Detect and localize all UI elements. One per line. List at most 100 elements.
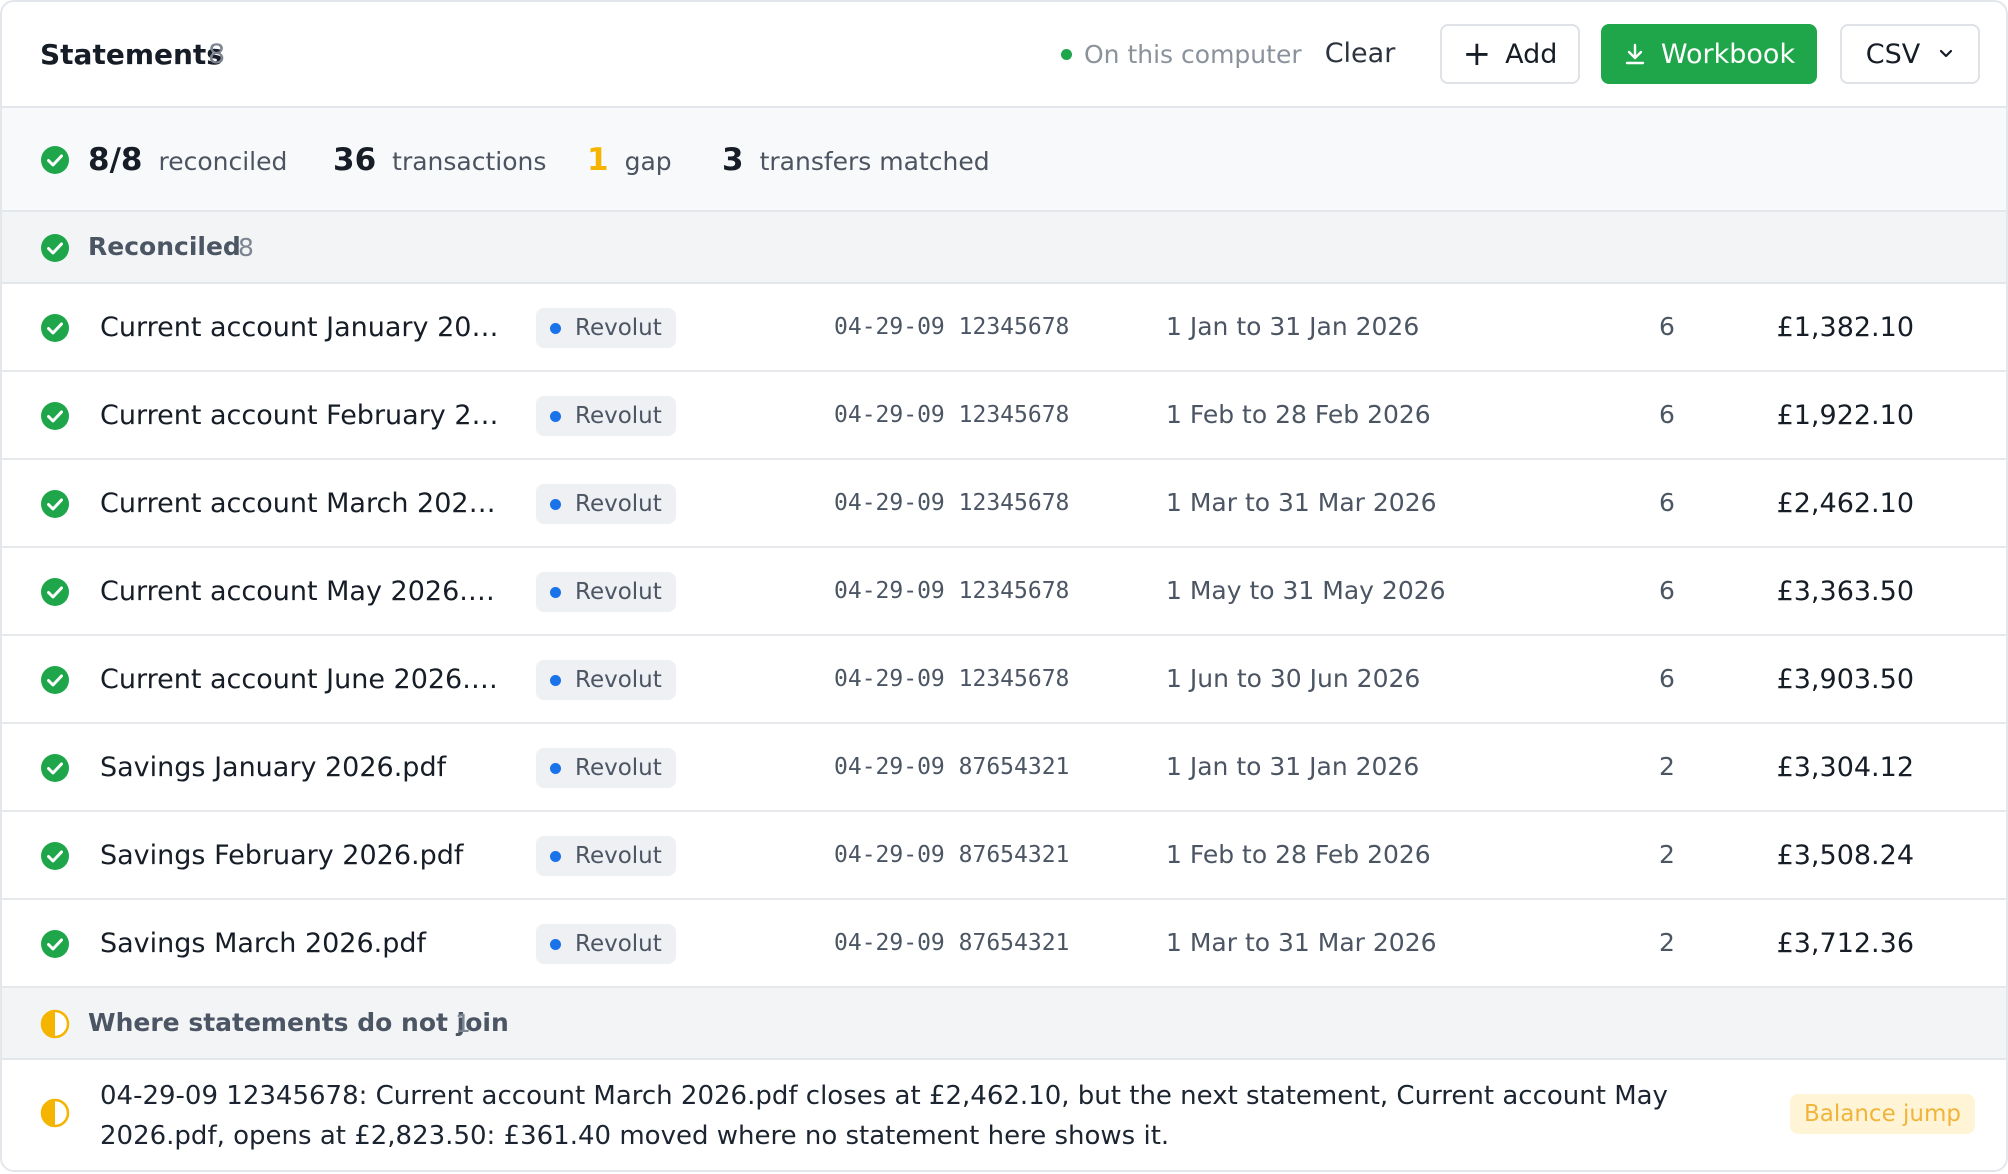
transaction-count: 6	[1659, 664, 1675, 693]
summary-strip: 8/8 reconciled 36 transactions 1 gap 3 t…	[2, 108, 2006, 212]
workbook-download-button[interactable]: Workbook	[1601, 24, 1817, 84]
gap-row[interactable]: 04-29-09 12345678: Current account March…	[2, 1060, 2006, 1170]
bank-name: Revolut	[575, 667, 662, 693]
account-number: 04-29-09 12345678	[834, 666, 1070, 692]
bank-dot-icon	[550, 410, 561, 422]
statement-row[interactable]: Savings March 2026.pdf Revolut 04-29-09 …	[2, 900, 2006, 988]
gaps-section-header[interactable]: Where statements do not join 1	[2, 988, 2006, 1060]
reconciled-value: 8/8	[88, 142, 143, 178]
account-number: 04-29-09 87654321	[834, 754, 1070, 780]
check-circle-icon	[41, 314, 69, 342]
check-circle-icon	[41, 842, 69, 870]
statement-count: 8	[208, 39, 226, 70]
check-circle-icon	[41, 234, 69, 262]
statement-period: 1 Jun to 30 Jun 2026	[1166, 664, 1421, 693]
bank-name: Revolut	[575, 931, 662, 957]
account-number: 04-29-09 12345678	[834, 314, 1070, 340]
check-circle-icon	[41, 930, 69, 958]
bank-name: Revolut	[575, 403, 662, 429]
bank-dot-icon	[550, 322, 561, 334]
gap-label: gap	[624, 147, 672, 176]
summary-transfers: 3 transfers matched	[722, 142, 990, 178]
transaction-count: 2	[1659, 928, 1675, 957]
reconciled-label: reconciled	[158, 147, 288, 176]
check-circle-icon	[41, 490, 69, 518]
reconciled-section-header[interactable]: Reconciled 8	[2, 212, 2006, 284]
bank-badge: Revolut	[536, 572, 676, 612]
transaction-count: 6	[1659, 488, 1675, 517]
transaction-count: 2	[1659, 752, 1675, 781]
transfers-label: transfers matched	[759, 147, 990, 176]
chevron-down-icon	[1940, 49, 1953, 58]
bank-badge: Revolut	[536, 660, 676, 700]
statement-row[interactable]: Savings February 2026.pdf Revolut 04-29-…	[2, 812, 2006, 900]
statement-period: 1 Mar to 31 Mar 2026	[1166, 928, 1437, 957]
bank-dot-icon	[550, 674, 561, 686]
closing-balance: £3,363.50	[1776, 576, 1914, 607]
statement-period: 1 Feb to 28 Feb 2026	[1166, 840, 1431, 869]
transaction-count: 6	[1659, 576, 1675, 605]
workbook-button-label: Workbook	[1660, 38, 1796, 70]
statement-row[interactable]: Current account May 2026.pdf Revolut 04-…	[2, 548, 2006, 636]
bank-name: Revolut	[575, 315, 662, 341]
closing-balance: £2,462.10	[1776, 488, 1914, 519]
closing-balance: £1,382.10	[1776, 312, 1914, 343]
summary-gap: 1 gap	[587, 142, 672, 178]
bank-name: Revolut	[575, 491, 662, 517]
check-circle-icon	[41, 666, 69, 694]
summary-reconciled: 8/8 reconciled	[88, 142, 287, 178]
download-icon	[1625, 43, 1645, 65]
online-dot-icon	[1061, 49, 1072, 60]
storage-status-label: On this computer	[1084, 40, 1302, 69]
statements-panel: Statements 8 On this computer Clear + Ad…	[0, 0, 2008, 1172]
section-title: Reconciled	[88, 232, 241, 261]
statement-row[interactable]: Savings January 2026.pdf Revolut 04-29-0…	[2, 724, 2006, 812]
statement-period: 1 Mar to 31 Mar 2026	[1166, 488, 1437, 517]
plus-icon: +	[1462, 34, 1492, 74]
account-number: 04-29-09 87654321	[834, 842, 1070, 868]
statement-period: 1 May to 31 May 2026	[1166, 576, 1446, 605]
statement-row[interactable]: Current account February 2026.pdf Revolu…	[2, 372, 2006, 460]
clear-button-label: Clear	[1324, 37, 1396, 69]
check-circle-icon	[41, 402, 69, 430]
statement-name: Savings February 2026.pdf	[100, 840, 464, 871]
statement-name: Current account March 2026.pdf	[100, 488, 510, 519]
bank-badge: Revolut	[536, 484, 676, 524]
check-circle-icon	[41, 578, 69, 606]
storage-status: On this computer	[1061, 40, 1302, 69]
page-title: Statements	[40, 38, 223, 71]
gap-type-badge: Balance jump	[1790, 1094, 1976, 1134]
format-select[interactable]: CSV	[1840, 24, 1980, 84]
bank-badge: Revolut	[536, 836, 676, 876]
clear-button[interactable]: Clear	[1308, 24, 1412, 82]
statement-name: Savings March 2026.pdf	[100, 928, 427, 959]
bank-dot-icon	[550, 938, 561, 950]
bank-dot-icon	[550, 498, 561, 510]
statement-name: Current account February 2026.pdf	[100, 400, 510, 431]
bank-name: Revolut	[575, 579, 662, 605]
statement-name: Current account June 2026.pdf	[100, 664, 510, 695]
closing-balance: £1,922.10	[1776, 400, 1914, 431]
bank-badge: Revolut	[536, 748, 676, 788]
statement-period: 1 Feb to 28 Feb 2026	[1166, 400, 1431, 429]
half-circle-icon	[40, 1009, 70, 1039]
gap-value: 1	[587, 142, 609, 178]
closing-balance: £3,712.36	[1776, 928, 1914, 959]
statement-name: Current account January 2026.pdf	[100, 312, 510, 343]
bank-name: Revolut	[575, 843, 662, 869]
summary-transactions: 36 transactions	[333, 142, 546, 178]
account-number: 04-29-09 12345678	[834, 402, 1070, 428]
transactions-value: 36	[333, 142, 377, 178]
bank-badge: Revolut	[536, 396, 676, 436]
statement-name: Current account May 2026.pdf	[100, 576, 510, 607]
closing-balance: £3,304.12	[1776, 752, 1914, 783]
statement-row[interactable]: Current account March 2026.pdf Revolut 0…	[2, 460, 2006, 548]
closing-balance: £3,508.24	[1776, 840, 1914, 871]
statement-row[interactable]: Current account June 2026.pdf Revolut 04…	[2, 636, 2006, 724]
add-button[interactable]: + Add	[1440, 24, 1580, 84]
statement-row[interactable]: Current account January 2026.pdf Revolut…	[2, 284, 2006, 372]
bank-badge: Revolut	[536, 924, 676, 964]
closing-balance: £3,903.50	[1776, 664, 1914, 695]
check-circle-icon	[41, 754, 69, 782]
transactions-label: transactions	[392, 147, 547, 176]
